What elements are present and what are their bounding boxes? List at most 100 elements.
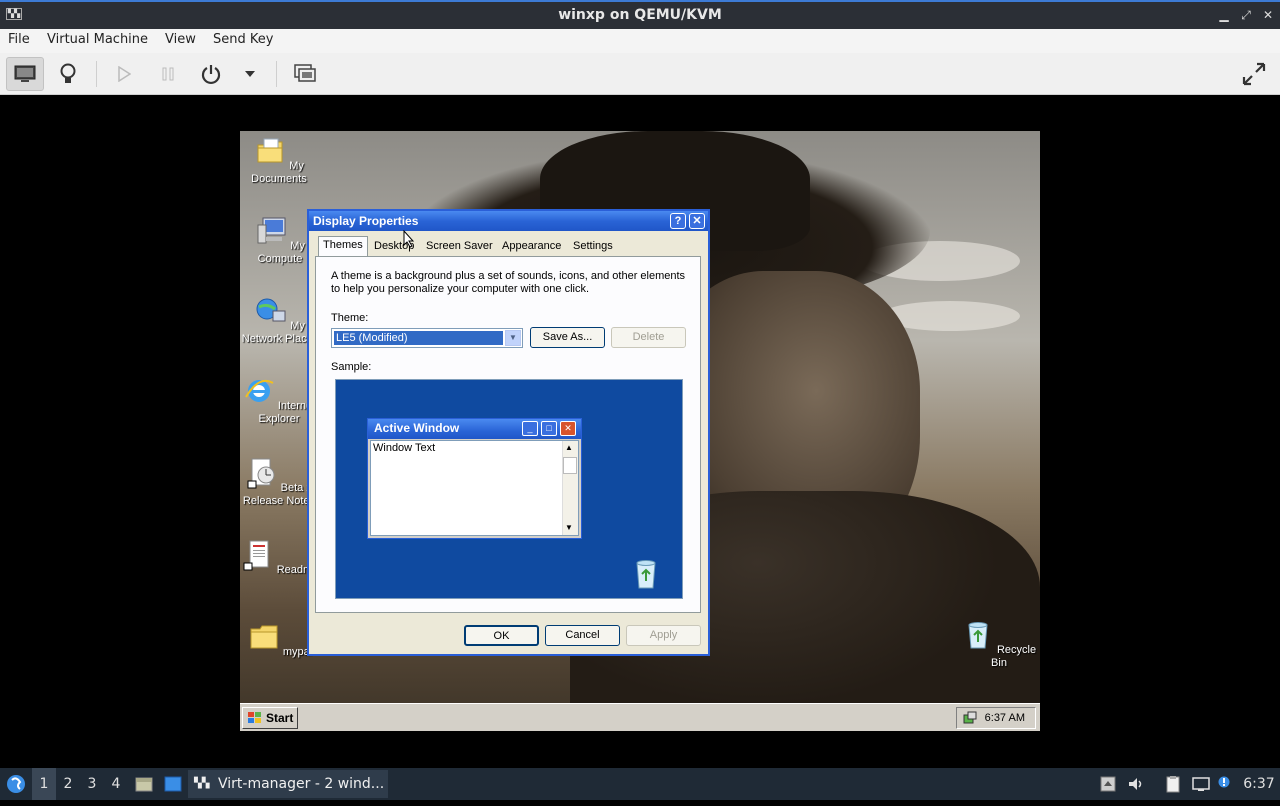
monitor-icon [14,65,36,82]
start-label: Start [266,711,294,725]
delete-button[interactable]: Delete [611,327,686,348]
folder-icon [250,625,278,649]
desktop-icon-label: Recycle Bin [991,644,1037,669]
internet-explorer-icon [244,379,274,402]
desktop-icon [164,776,182,792]
snapshot-icon [294,64,316,82]
start-button[interactable]: Start [242,707,298,729]
taskbar-item-virt-manager[interactable]: ▚▚ Virt-manager - 2 wind... [188,770,388,798]
close-icon[interactable]: ✕ [1258,5,1278,25]
pause-button[interactable] [152,57,184,91]
tray-network-icon[interactable] [963,711,977,725]
lightbulb-icon [60,63,76,83]
theme-select[interactable]: LE5 (Modified) ▼ [331,328,523,348]
desktop-icon-recycle-bin[interactable]: Recycle Bin [959,619,1039,670]
sample-label: Sample: [331,361,372,373]
windows-logo-icon [248,712,261,723]
theme-label: Theme: [331,312,369,324]
workspace-2[interactable]: 2 [56,768,80,800]
sample-maximize-icon: □ [541,421,557,436]
guest-taskbar: Start 6:37 AM [240,703,1040,731]
tab-appearance[interactable]: Appearance [498,238,565,256]
tray-notification[interactable] [1216,768,1232,800]
themes-description: A theme is a background plus a set of so… [331,270,686,295]
tray-volume[interactable] [1126,768,1146,800]
guest-desktop[interactable]: My Documents My Compute My Network Place… [240,131,1040,731]
mouse-cursor-icon [403,230,415,248]
window-title: winxp on QEMU/KVM [558,7,722,23]
cancel-button[interactable]: Cancel [545,625,620,646]
dialog-close-button[interactable]: ✕ [689,213,705,229]
folder-documents-icon [257,138,283,163]
show-desktop-launcher[interactable] [162,768,184,800]
scroll-up-icon: ▲ [565,443,573,452]
system-tray: 6:37 AM [956,707,1036,729]
display-properties-dialog: Display Properties ? ✕ Themes Desktop Sc… [307,209,710,656]
panel-clock[interactable]: 6:37 [1240,768,1278,800]
tray-updates[interactable] [1098,768,1118,800]
task-label: Virt-manager - 2 wind... [218,776,385,792]
apply-button[interactable]: Apply [626,625,701,646]
sample-window-text: Window Text [373,442,436,454]
release-notes-icon [247,458,275,489]
desktop-icon-my-documents[interactable]: My Documents [240,135,319,186]
host-panel: 1 2 3 4 ▚▚ Virt-manager - 2 wind... 6:37 [0,768,1280,800]
minimize-icon[interactable]: ▁ [1214,5,1234,25]
start-menu-button[interactable] [4,768,28,800]
menu-virtual-machine[interactable]: Virtual Machine [47,32,148,47]
toolbar [0,53,1280,95]
document-icon [243,540,269,571]
vm-console[interactable]: My Documents My Compute My Network Place… [0,95,1280,768]
run-button[interactable] [108,57,140,91]
save-as-button[interactable]: Save As... [530,327,605,348]
ok-button[interactable]: OK [464,625,539,646]
fullscreen-button[interactable] [1236,57,1272,91]
network-wired-icon [1192,777,1210,791]
volume-icon [1129,778,1142,790]
tab-screen-saver[interactable]: Screen Saver [422,238,497,256]
virt-manager-icon: ▚▚ [194,778,210,789]
file-manager-launcher[interactable] [134,768,154,800]
shutdown-button[interactable] [194,57,228,91]
theme-select-value: LE5 (Modified) [334,331,503,345]
window-titlebar: ▚▚ winxp on QEMU/KVM ▁ ⤢ ✕ [0,0,1280,29]
help-button[interactable]: ? [670,213,686,229]
theme-sample-preview: Active Window _ □ ✕ Window Text ▲ ▼ [335,379,683,599]
sample-scrollbar: ▲ ▼ [562,441,578,535]
sample-minimize-icon: _ [522,421,538,436]
dialog-title: Display Properties [309,211,708,231]
workspace-3[interactable]: 3 [80,768,104,800]
sample-close-icon: ✕ [560,421,576,436]
tray-network[interactable] [1190,768,1212,800]
sample-window-content: Window Text ▲ ▼ [370,440,579,536]
menu-view[interactable]: View [165,32,196,47]
tab-settings[interactable]: Settings [569,238,617,256]
maximize-icon[interactable]: ⤢ [1236,5,1256,25]
play-icon [118,66,131,82]
package-icon [1100,776,1116,792]
menu-send-key[interactable]: Send Key [213,32,273,47]
workspace-1[interactable]: 1 [32,768,56,800]
menu-file[interactable]: File [8,32,30,47]
scroll-down-icon: ▼ [565,523,573,532]
scroll-thumb [563,457,577,474]
chevron-down-icon[interactable]: ▼ [505,330,521,346]
chevron-down-icon [245,71,255,77]
computer-icon [257,217,286,244]
tray-clipboard[interactable] [1162,768,1184,800]
recycle-bin-icon [968,622,988,649]
pause-icon [162,67,174,81]
notification-icon [1218,776,1230,788]
shutdown-menu-button[interactable] [238,57,262,91]
menu-bar: File Virtual Machine View Send Key [0,29,1280,53]
details-button[interactable] [52,57,84,91]
fullscreen-icon [1242,62,1266,86]
file-manager-icon [135,777,153,792]
tab-themes[interactable]: Themes [318,236,368,257]
guest-clock[interactable]: 6:37 AM [985,712,1025,724]
clipboard-icon [1166,776,1180,793]
power-icon [201,65,221,85]
console-view-button[interactable] [6,57,44,91]
workspace-4[interactable]: 4 [104,768,128,800]
snapshots-button[interactable] [288,57,322,91]
